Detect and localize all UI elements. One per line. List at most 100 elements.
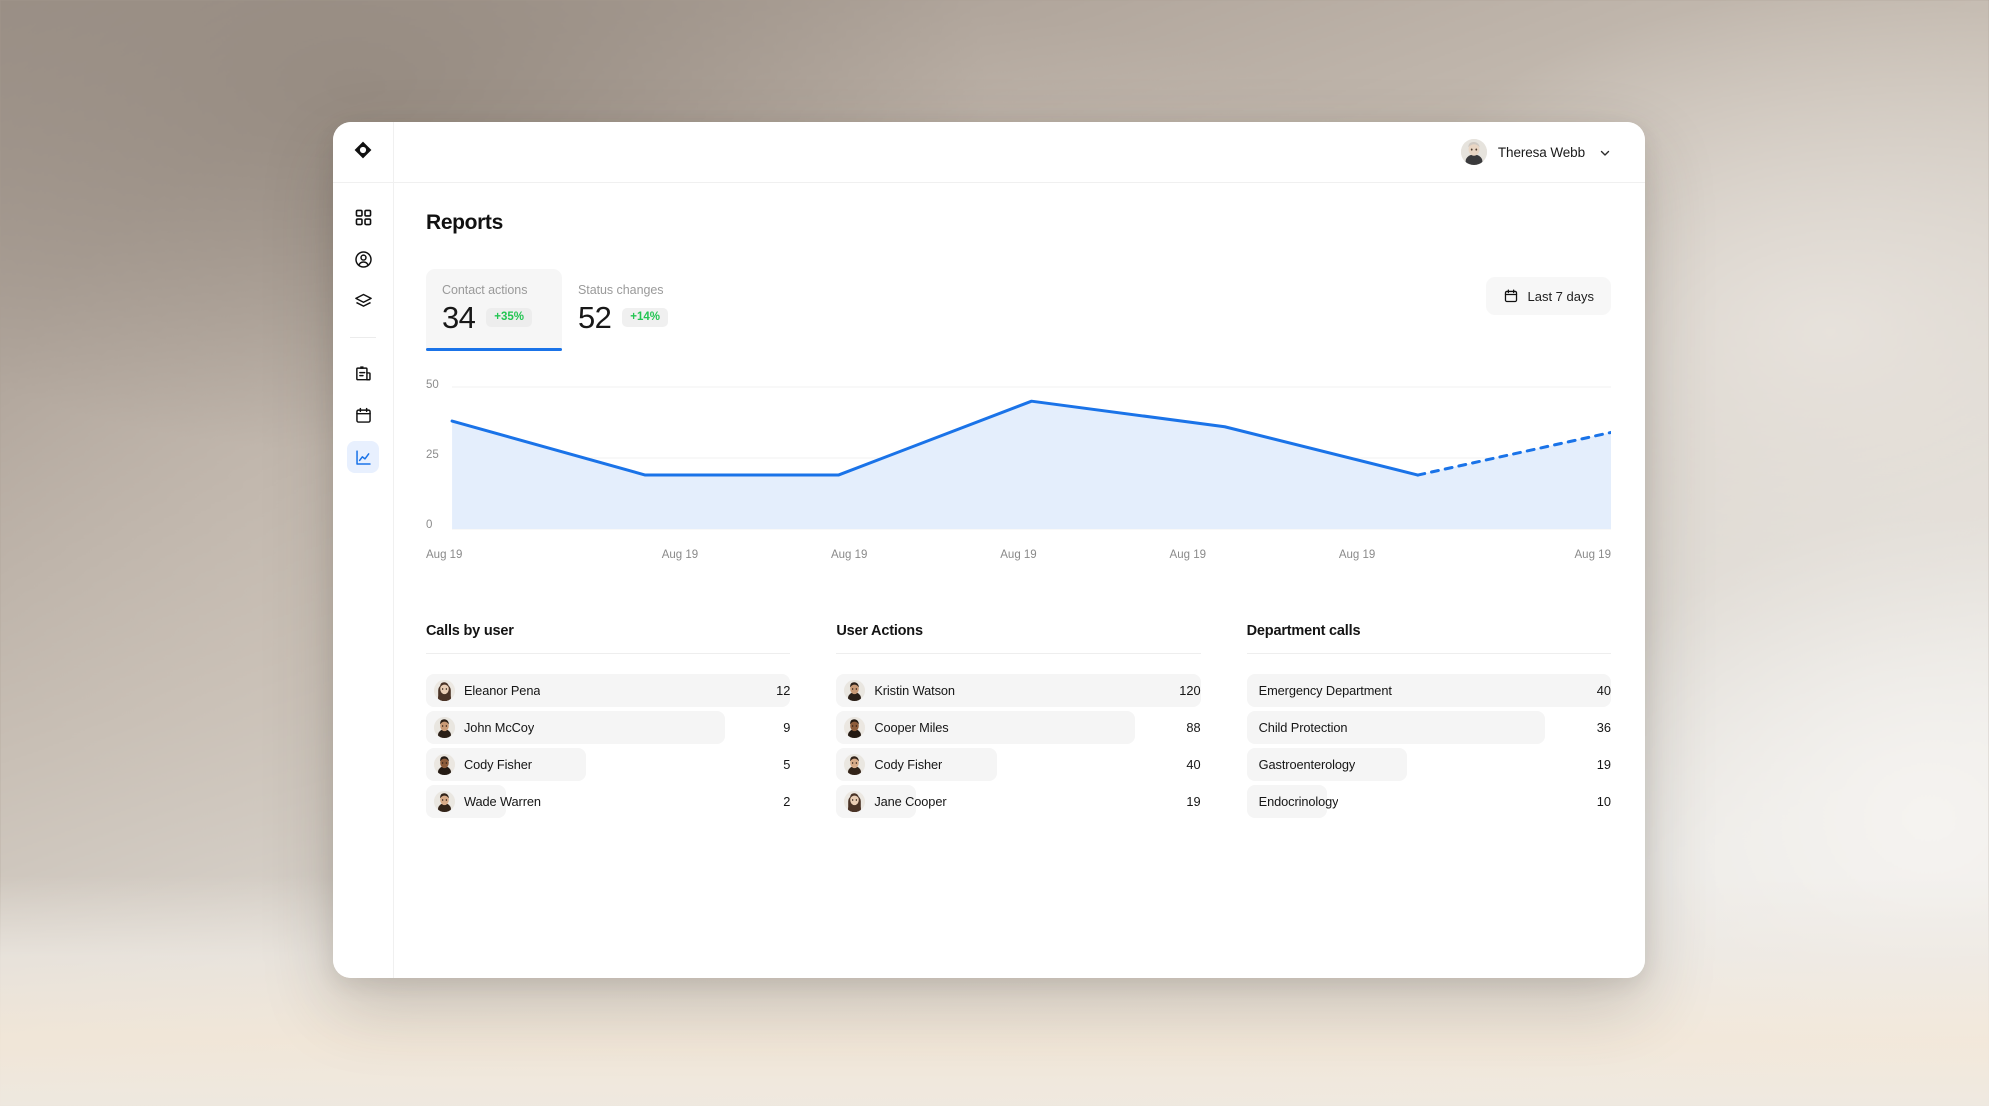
list-item-label: Child Protection (1258, 720, 1348, 735)
list-item-value: 40 (1186, 757, 1201, 772)
list-title: Calls by user (426, 623, 791, 654)
metric-label: Contact actions (442, 283, 528, 297)
chart-x-axis: Aug 19 Aug 19 Aug 19 Aug 19 Aug 19 Aug 19 Aug … (426, 549, 1611, 561)
list-item-label: Endocrinology (1258, 794, 1339, 809)
list-item-content: Emergency Department (1247, 683, 1587, 698)
clipboard-list-icon (354, 364, 373, 383)
lists-row: Calls by user Eleanor Pena 12 John McCoy 9 (426, 623, 1611, 822)
avatar (434, 791, 455, 812)
date-range-label: Last 7 days (1527, 288, 1595, 304)
list-column: User Actions Kristin Watson 120 Cooper Mi… (836, 623, 1201, 822)
list-item-content: Child Protection (1247, 720, 1587, 735)
list-item-content: Cooper Miles (836, 717, 1176, 738)
avatar (434, 680, 455, 701)
avatar (844, 717, 866, 738)
layers-icon (354, 292, 373, 311)
list-item[interactable]: Emergency Department 40 (1246, 674, 1611, 707)
list-item-label: John McCoy (464, 720, 535, 735)
chart-line-icon (354, 448, 373, 467)
list-item-value: 5 (783, 757, 791, 772)
list-item-label: Cooper Miles (874, 720, 949, 735)
x-tick: Aug 19 (426, 549, 463, 561)
list-item-content: Cody Fisher (426, 754, 773, 775)
main-content: Reports Contact actions 34 +35% Status c… (394, 183, 1645, 978)
list-item[interactable]: Child Protection 36 (1246, 711, 1611, 744)
sidebar-item-layers[interactable] (347, 285, 379, 317)
avatar (434, 754, 455, 775)
x-tick: Aug 19 (830, 549, 868, 561)
list-item-content: Gastroenterology (1247, 757, 1587, 772)
list-item-content: Endocrinology (1247, 794, 1587, 809)
list-item[interactable]: Jane Cooper 19 (836, 785, 1201, 818)
date-range-picker[interactable]: Last 7 days (1485, 277, 1611, 315)
metric-delta-badge: +35% (486, 307, 533, 328)
metric-card-contact-actions[interactable]: Contact actions 34 +35% (426, 269, 562, 351)
sidebar (333, 183, 394, 978)
list-item-value: 2 (783, 794, 791, 809)
x-tick: Aug 19 (1338, 549, 1376, 561)
y-tick-25: 25 (426, 449, 439, 461)
list-item-label: Eleanor Pena (464, 683, 541, 698)
calendar-icon (1503, 288, 1519, 304)
avatar (844, 791, 866, 812)
list-item[interactable]: Eleanor Pena 12 (426, 674, 791, 707)
sidebar-item-contacts[interactable] (347, 243, 379, 275)
list-item-value: 9 (783, 720, 791, 735)
x-tick: Aug 19 (661, 549, 699, 561)
list-item[interactable]: Wade Warren 2 (426, 785, 790, 818)
list-column: Department calls Emergency Department 40 Ch… (1246, 623, 1611, 822)
list-item-content: Cody Fisher (836, 754, 1176, 775)
window-body: Reports Contact actions 34 +35% Status c… (333, 183, 1645, 978)
list-item-label: Cody Fisher (464, 757, 532, 772)
sidebar-item-calendar[interactable] (347, 399, 379, 431)
list-item-value: 120 (1179, 683, 1201, 698)
avatar (844, 680, 866, 701)
activity-chart: 50 25 0 Aug 19 Aug 19 Aug 19 Aug 19 Aug 19 Au… (426, 379, 1611, 571)
metric-value: 52 (578, 300, 612, 335)
list-item-label: Jane Cooper (874, 794, 947, 809)
list-item-value: 40 (1596, 683, 1611, 698)
sidebar-item-reports[interactable] (347, 441, 379, 473)
metric-value: 34 (442, 300, 476, 335)
x-tick: Aug 19 (1169, 549, 1206, 561)
list-item-value: 19 (1596, 757, 1611, 772)
brand-logo[interactable] (333, 122, 394, 182)
list-item[interactable]: Gastroenterology 19 (1246, 748, 1611, 781)
user-name: Theresa Webb (1497, 144, 1585, 160)
calendar-icon (354, 406, 373, 425)
diamond-logo-icon (353, 140, 373, 165)
metric-card-status-changes[interactable]: Status changes 52 +14% (562, 269, 698, 351)
list-item-value: 19 (1186, 794, 1201, 809)
list-item[interactable]: Cooper Miles 88 (836, 711, 1201, 744)
list-item[interactable]: Kristin Watson 120 (836, 674, 1201, 707)
list-item[interactable]: John McCoy 9 (426, 711, 790, 744)
y-tick-0: 0 (426, 519, 433, 531)
list-item-content: Wade Warren (426, 791, 773, 812)
chart-plot (426, 386, 1611, 530)
list-item-value: 12 (776, 683, 791, 698)
list-item-label: Gastroenterology (1258, 757, 1356, 772)
list-title: User Actions (836, 623, 1201, 654)
page-title: Reports (426, 211, 503, 234)
user-menu[interactable]: Theresa Webb (1460, 139, 1645, 165)
list-item-content: Eleanor Pena (426, 680, 766, 701)
sidebar-item-dashboard[interactable] (347, 201, 379, 233)
list-item-label: Wade Warren (464, 794, 541, 809)
list-item-label: Emergency Department (1258, 683, 1392, 698)
avatar (844, 754, 866, 775)
list-item[interactable]: Cody Fisher 5 (426, 748, 790, 781)
list-item-label: Kristin Watson (874, 683, 955, 698)
avatar (434, 717, 455, 738)
list-item[interactable]: Cody Fisher 40 (836, 748, 1201, 781)
top-bar: Theresa Webb (333, 122, 1645, 183)
sidebar-divider (350, 337, 376, 338)
list-item-value: 88 (1186, 720, 1201, 735)
list-title: Department calls (1246, 623, 1611, 654)
grid-dashboard-icon (354, 208, 373, 227)
chevron-down-icon (1599, 146, 1611, 158)
list-item-label: Cody Fisher (874, 757, 943, 772)
list-item[interactable]: Endocrinology 10 (1246, 785, 1611, 818)
metrics-row: Contact actions 34 +35% Status changes 5… (426, 269, 1611, 351)
sidebar-item-tasks[interactable] (347, 357, 379, 389)
metric-active-underline (426, 348, 562, 351)
